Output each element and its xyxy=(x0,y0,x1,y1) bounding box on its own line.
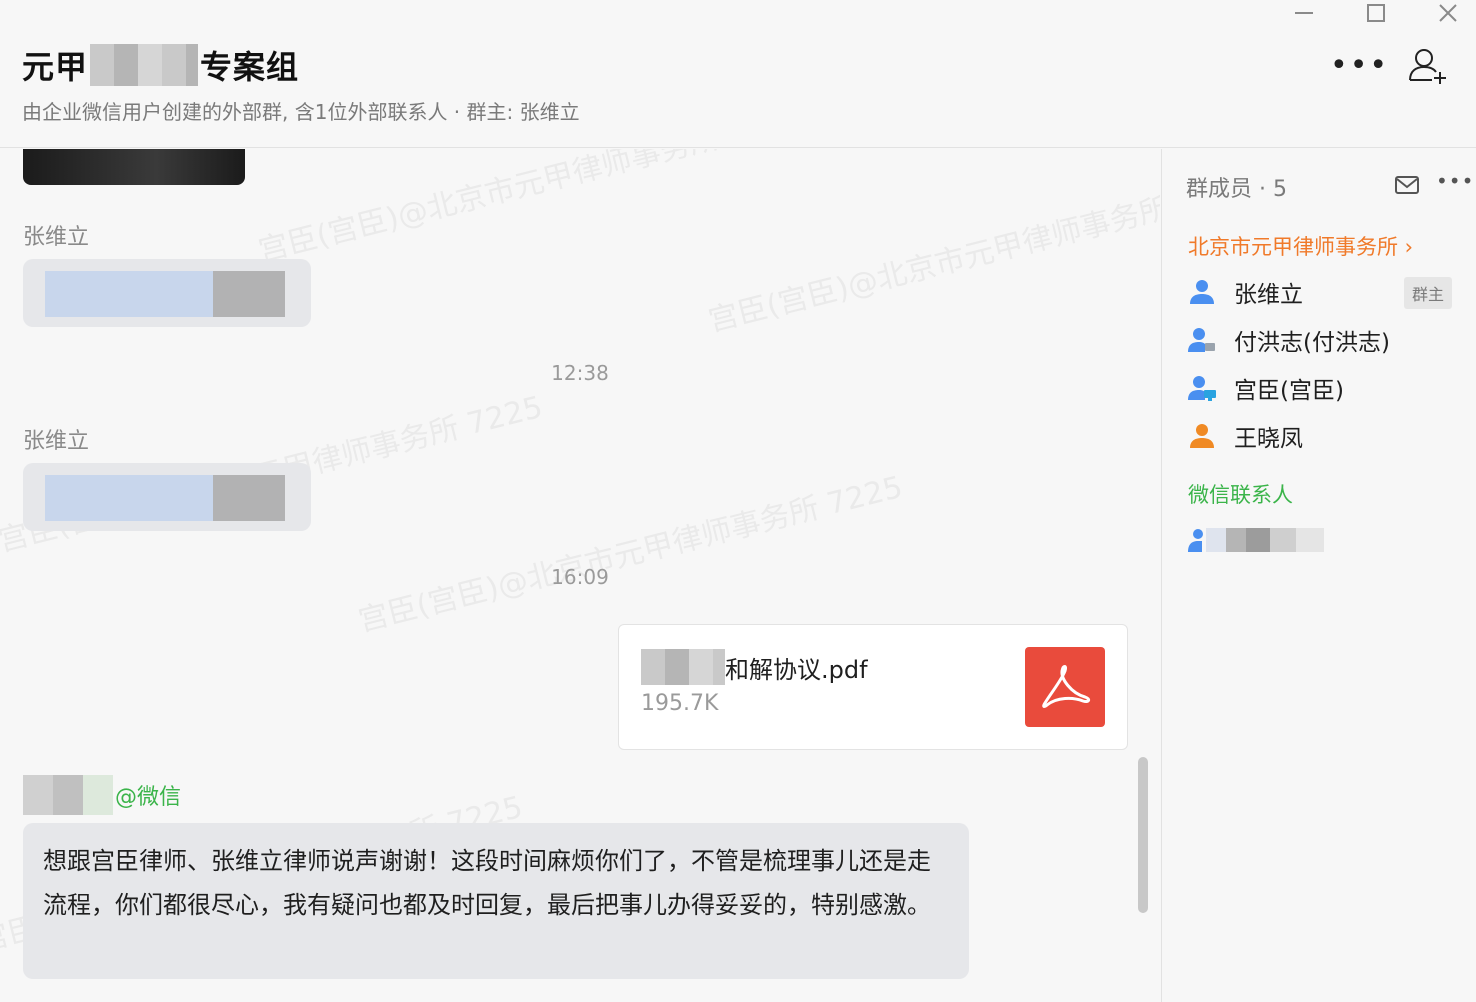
message-sender[interactable]: 张维立 xyxy=(23,423,89,455)
member-item[interactable]: 张维立 群主 xyxy=(1188,275,1458,309)
add-member-button[interactable] xyxy=(1406,44,1450,88)
minimize-icon xyxy=(1295,12,1313,14)
watermark: 宫臣(宫臣)@北京市元甲律师事务所 7225 xyxy=(254,149,807,270)
owner-badge: 群主 xyxy=(1403,277,1452,309)
acrobat-icon xyxy=(1042,665,1091,708)
member-item[interactable]: 付洪志(付洪志) xyxy=(1188,323,1458,357)
redacted-sender-mosaic xyxy=(23,775,113,815)
minimize-button[interactable] xyxy=(1284,0,1324,26)
person-icon xyxy=(1188,529,1203,552)
group-subtitle: 由企业微信用户创建的外部群, 含1位外部联系人 · 群主: 张维立 xyxy=(22,100,580,124)
close-button[interactable] xyxy=(1428,0,1468,26)
org-link[interactable]: 北京市元甲律师事务所 › xyxy=(1188,231,1413,261)
member-item[interactable]: 王晓凤 xyxy=(1188,419,1458,453)
maximize-button[interactable] xyxy=(1356,0,1396,26)
more-options-button[interactable]: ••• xyxy=(1330,48,1389,83)
file-size: 195.7K xyxy=(641,691,719,716)
redacted-content-mosaic xyxy=(45,475,285,521)
redacted-message-bubble[interactable] xyxy=(23,463,311,531)
mail-icon xyxy=(1395,176,1419,194)
person-computer-icon xyxy=(1188,376,1216,401)
file-name: 和解协议.pdf xyxy=(725,655,868,684)
person-icon xyxy=(1190,280,1214,304)
image-message-thumbnail[interactable] xyxy=(23,149,245,185)
wechat-contacts-label: 微信联系人 xyxy=(1188,483,1293,507)
member-item[interactable]: 宫臣(宫臣) xyxy=(1188,371,1458,405)
panel-more-button[interactable]: ••• xyxy=(1436,169,1474,193)
wechat-member-item[interactable] xyxy=(1188,527,1324,553)
chat-header: 元甲 专案组 由企业微信用户创建的外部群, 含1位外部联系人 · 群主: 张维立… xyxy=(0,0,1476,148)
member-name: 宫臣(宫臣) xyxy=(1234,378,1344,404)
message-sender-external[interactable]: @微信 xyxy=(23,775,181,815)
wechat-tag: @微信 xyxy=(115,785,182,810)
redacted-title-mosaic xyxy=(90,44,199,86)
member-name: 王晓凤 xyxy=(1234,426,1303,452)
watermark: 宫臣(宫臣)@北京市元甲律师事务所 7225 xyxy=(704,170,1160,340)
add-person-icon xyxy=(1409,49,1446,84)
maximize-icon xyxy=(1367,4,1385,22)
pdf-file-icon xyxy=(1025,647,1105,727)
chat-scrollbar[interactable] xyxy=(1138,757,1148,913)
watermark: 宫臣(宫臣)@北京市元甲律师事务所 7225 xyxy=(354,469,907,640)
close-icon xyxy=(1439,4,1457,22)
group-title-suffix: 专案组 xyxy=(200,48,300,86)
group-members-panel: 群成员 · 5 ••• 北京市元甲律师事务所 › 张维立 群主 付洪志(付洪志)… xyxy=(1161,149,1476,1002)
file-message-card[interactable]: 和解协议.pdf 195.7K xyxy=(618,624,1128,750)
redacted-member-mosaic xyxy=(1206,528,1324,552)
chat-messages-area[interactable]: 宫臣(宫臣)@北京市元甲律师事务所 7225 宫臣(宫臣)@北京市元甲律师事务所… xyxy=(0,149,1160,1002)
person-device-icon xyxy=(1188,328,1215,352)
text-message-bubble[interactable]: 想跟宫臣律师、张维立律师说声谢谢！这段时间麻烦你们了，不管是梳理事儿还是走流程，… xyxy=(23,823,969,979)
group-title[interactable]: 元甲 专案组 xyxy=(22,42,299,88)
group-title-prefix: 元甲 xyxy=(22,48,89,86)
members-count-title: 群成员 · 5 xyxy=(1186,177,1287,202)
message-timestamp: 12:38 xyxy=(551,361,609,385)
member-name: 付洪志(付洪志) xyxy=(1234,330,1390,356)
redacted-message-bubble[interactable] xyxy=(23,259,311,327)
member-name: 张维立 xyxy=(1234,282,1303,308)
person-icon xyxy=(1190,424,1214,448)
mail-button[interactable] xyxy=(1394,173,1420,197)
redacted-filename-mosaic xyxy=(641,649,725,685)
message-sender[interactable]: 张维立 xyxy=(23,219,89,251)
message-timestamp: 16:09 xyxy=(551,565,609,589)
redacted-content-mosaic xyxy=(45,271,285,317)
